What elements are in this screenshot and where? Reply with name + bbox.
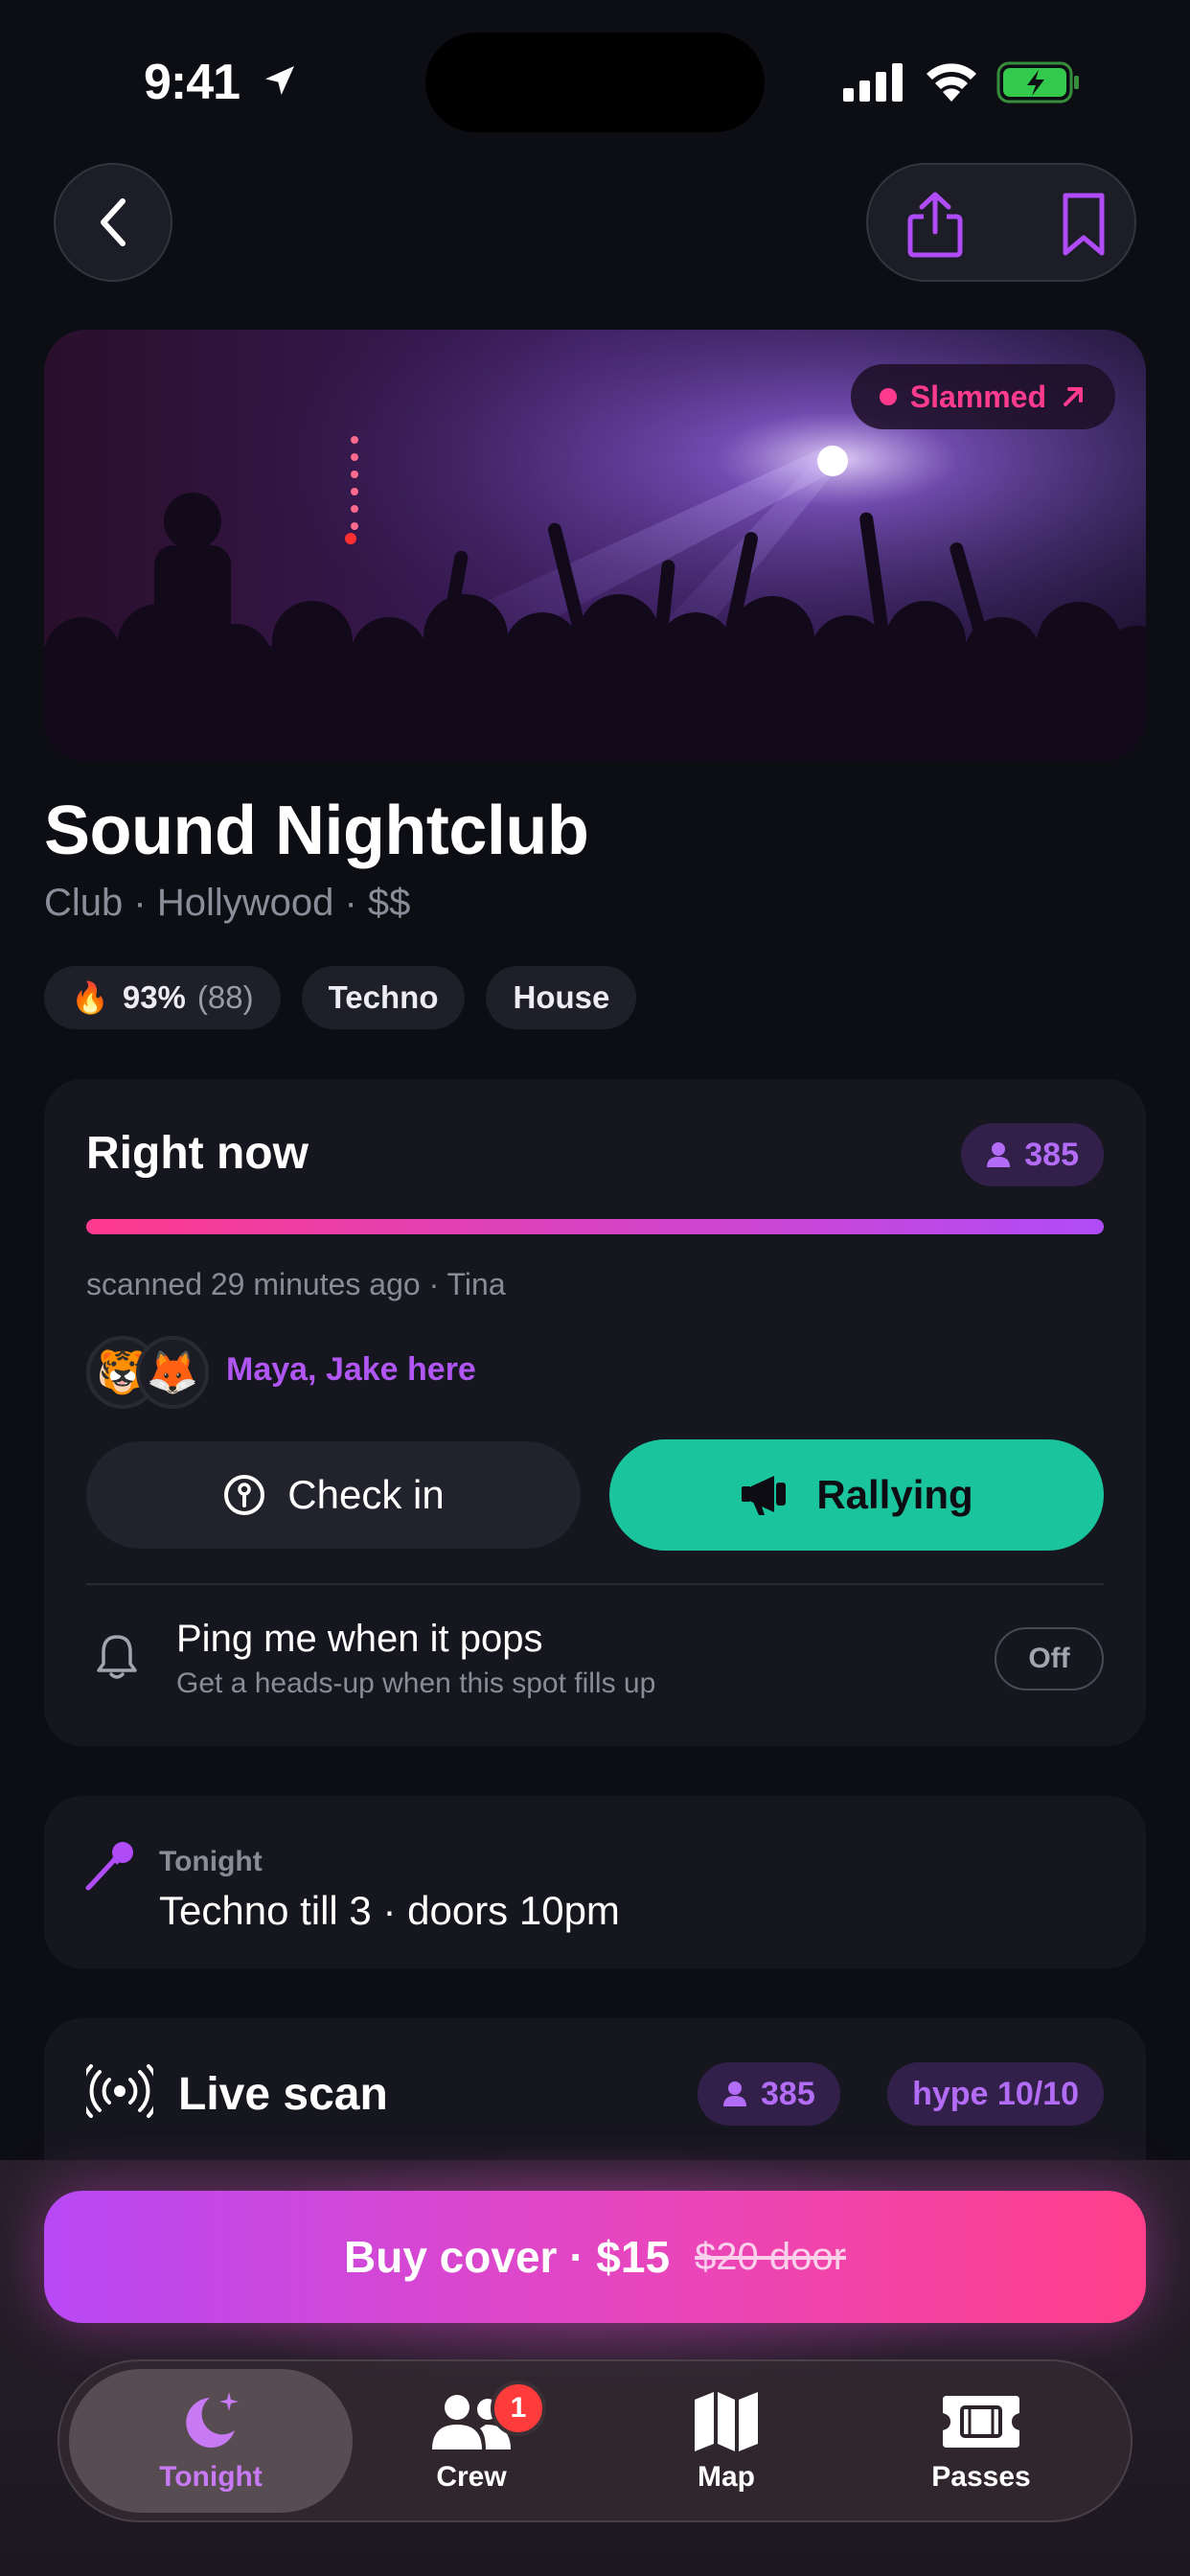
genre-chip-techno: Techno (301, 966, 466, 1029)
action-group (866, 163, 1136, 282)
live-count-pill: 385 (698, 2062, 840, 2126)
check-in-label: Check in (287, 1472, 445, 1517)
tab-bar: Tonight Crew 1 Map Passes (57, 2359, 1133, 2522)
headcount-pill: 385 (961, 1123, 1104, 1186)
check-in-button[interactable]: Check in (86, 1441, 581, 1549)
tab-map-label: Map (698, 2461, 755, 2493)
venue-hero-image: Slammed (44, 330, 1146, 761)
buy-cover-button[interactable]: Buy cover · $15 $20 door (44, 2191, 1146, 2323)
headcount-value: 385 (1024, 1136, 1079, 1173)
person-icon (987, 1142, 1011, 1167)
status-dot (879, 388, 897, 405)
battery-charging-icon (996, 61, 1079, 104)
megaphone-icon (742, 1476, 787, 1515)
dynamic-island (425, 33, 765, 132)
rallying-button[interactable]: Rallying (609, 1439, 1104, 1551)
location-arrow-icon (265, 66, 294, 95)
tab-map[interactable]: Map (584, 2369, 868, 2513)
share-button[interactable] (899, 188, 972, 265)
rating-count: (88) (196, 979, 254, 1015)
status-bar: 9:41 (0, 0, 1190, 163)
ping-subtitle: Get a heads-up when this spot fills up (176, 1668, 656, 1699)
right-now-card: Right now 385 scanned 29 minutes ago · T… (44, 1079, 1146, 1746)
ping-toggle[interactable]: Off (995, 1627, 1104, 1690)
venue-chips: 🔥 93% (88) Techno House (44, 966, 637, 1029)
fire-icon: 🔥 (71, 980, 109, 1015)
tonight-card: Tonight Techno till 3 · doors 10pm (44, 1796, 1146, 1968)
cellular-signal-icon (843, 63, 903, 102)
location-pin-icon (224, 1475, 265, 1515)
crowd-level-bar (86, 1219, 1104, 1234)
rallying-label: Rallying (816, 1472, 973, 1517)
bell-icon (97, 1635, 137, 1679)
tonight-details: Techno till 3 · doors 10pm (159, 1888, 620, 1933)
hype-pill: hype 10/10 (887, 2062, 1104, 2126)
divider (86, 1583, 1104, 1585)
rating-chip: 🔥 93% (88) (44, 966, 281, 1029)
live-count-value: 385 (761, 2075, 815, 2112)
live-scan-title: Live scan (178, 2069, 388, 2120)
crew-notification-badge: 1 (491, 2380, 546, 2436)
map-icon (695, 2392, 758, 2451)
tab-passes-label: Passes (931, 2461, 1031, 2493)
friend-avatars: 🐯 🦊 (86, 1336, 211, 1409)
microphone-icon (85, 1842, 133, 1891)
tab-crew-label: Crew (436, 2461, 507, 2493)
venue-name: Sound Nightclub (44, 793, 589, 869)
ping-title: Ping me when it pops (176, 1618, 543, 1660)
right-now-title: Right now (86, 1128, 309, 1179)
chevron-left-icon (101, 198, 126, 246)
broadcast-icon (86, 2064, 153, 2118)
tab-tonight[interactable]: Tonight (69, 2369, 353, 2513)
arrow-up-right-icon (1064, 387, 1083, 406)
share-icon (907, 192, 963, 258)
avatar-fox: 🦊 (136, 1336, 209, 1409)
back-button[interactable] (54, 163, 172, 282)
status-time: 9:41 (144, 55, 240, 110)
ticket-icon (943, 2396, 1019, 2448)
door-price: $20 door (695, 2235, 846, 2278)
moon-stars-icon (186, 2392, 239, 2448)
friends-here-link[interactable]: Maya, Jake here (226, 1351, 476, 1389)
buy-cover-label: Buy cover · $15 (344, 2232, 671, 2282)
crowd-status-label: Slammed (909, 379, 1046, 414)
wifi-icon (927, 63, 976, 102)
tab-passes[interactable]: Passes (839, 2369, 1123, 2513)
genre-chip-house: House (486, 966, 637, 1029)
tab-crew[interactable]: Crew 1 (330, 2369, 613, 2513)
crowd-status-badge: Slammed (850, 364, 1115, 429)
tonight-label: Tonight (159, 1846, 263, 1877)
bookmark-button[interactable] (1050, 188, 1117, 265)
bookmark-icon (1063, 193, 1105, 256)
scanned-info: scanned 29 minutes ago · Tina (86, 1267, 506, 1301)
person-icon (723, 2082, 746, 2106)
rating-value: 93% (122, 979, 186, 1015)
tab-tonight-label: Tonight (159, 2461, 263, 2493)
venue-subtitle: Club · Hollywood · $$ (44, 882, 411, 924)
